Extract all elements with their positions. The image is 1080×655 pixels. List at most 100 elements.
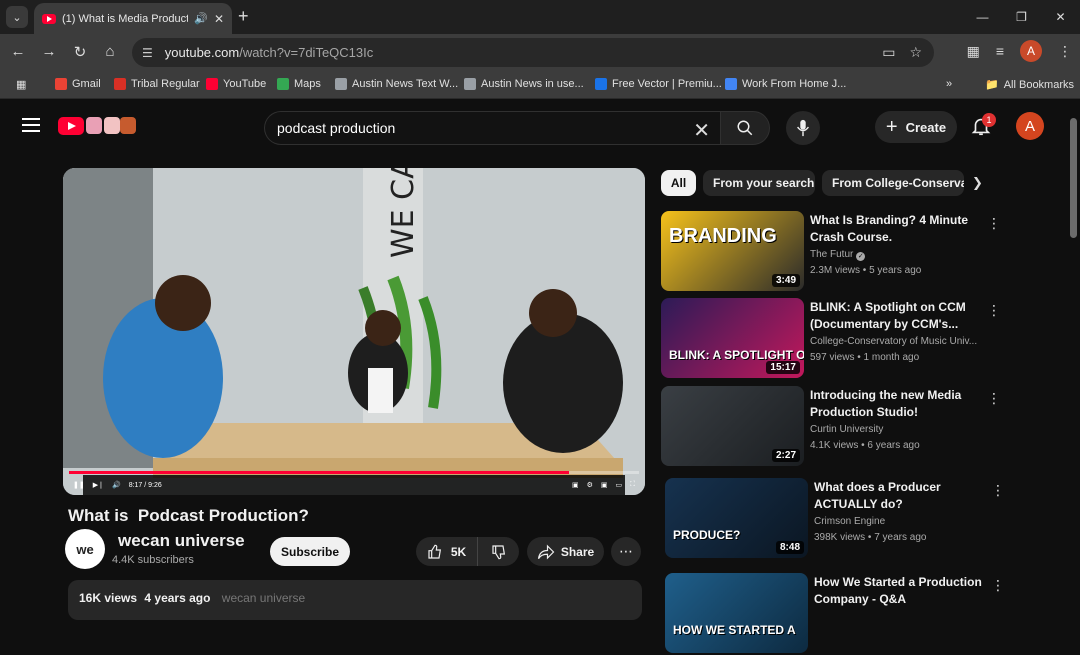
subtitles-icon[interactable]: ▣ xyxy=(572,481,579,489)
pause-icon[interactable]: ❚❚ xyxy=(73,481,85,489)
bookmark-free-vector[interactable]: Free Vector | Premiu... xyxy=(595,78,722,90)
recommendation-item[interactable]: HOW WE STARTED A How We Started a Product… xyxy=(665,573,1005,655)
reload-icon[interactable]: ↻ xyxy=(70,43,90,61)
forward-arrow-icon[interactable]: → xyxy=(39,43,59,60)
clear-search-icon[interactable]: ✕ xyxy=(693,118,710,143)
recommendation-title[interactable]: BLINK: A Spotlight on CCM (Documentary b… xyxy=(810,299,982,333)
window-close-icon[interactable]: ✕ xyxy=(1041,0,1080,34)
like-dislike-group: 5K xyxy=(416,537,519,566)
youtube-account-avatar[interactable]: A xyxy=(1016,112,1044,140)
speaker-icon[interactable]: 🔊 xyxy=(194,12,208,25)
address-bar[interactable]: ☰ youtube.com/watch?v=7diTeQC13Ic ▭ ☆ xyxy=(132,38,934,67)
channel-avatar[interactable]: we xyxy=(65,529,105,569)
bookmarks-bar: ▦ Gmail Tribal Regular YouTube Maps Aust… xyxy=(0,71,1080,99)
description-box[interactable]: 16K views 4 years ago wecan universe xyxy=(68,580,642,620)
recommendation-menu-icon[interactable]: ⋮ xyxy=(987,390,1001,407)
recommendation-item[interactable]: BRANDING 3:49 What Is Branding? 4 Minute C… xyxy=(661,211,1001,293)
recommendation-item[interactable]: 2:27 Introducing the new Media Production… xyxy=(661,386,1001,468)
share-button[interactable]: Share xyxy=(527,537,604,566)
recommendation-item[interactable]: PRODUCE? 8:48 What does a Producer ACTUALL… xyxy=(665,478,1005,560)
recommendation-channel[interactable]: The Futur ✓ xyxy=(810,249,986,261)
media-controls-icon[interactable]: ≡ xyxy=(996,43,1004,59)
recommendation-title[interactable]: What does a Producer ACTUALLY do? xyxy=(814,479,986,513)
theater-mode-icon[interactable]: ▭ xyxy=(615,481,622,489)
apps-grid-icon[interactable]: ▦ xyxy=(16,78,26,91)
cast-icon[interactable]: ▭ xyxy=(882,44,895,61)
like-button[interactable]: 5K xyxy=(416,537,478,566)
search-input[interactable]: podcast production ✕ xyxy=(264,111,720,145)
page-scrollbar[interactable] xyxy=(1070,118,1077,238)
bookmark-austin-news-in-use[interactable]: Austin News in use... xyxy=(464,78,584,90)
search-icon xyxy=(737,120,753,136)
all-bookmarks-folder[interactable]: 📁 All Bookmarks xyxy=(985,78,1074,92)
tab-close-icon[interactable]: ✕ xyxy=(214,12,224,26)
bookmarks-overflow-icon[interactable]: » xyxy=(946,78,952,90)
minimize-icon[interactable]: — xyxy=(963,0,1002,34)
bookmark-youtube[interactable]: YouTube xyxy=(206,78,266,90)
recommendation-menu-icon[interactable]: ⋮ xyxy=(991,482,1005,499)
channel-name[interactable]: wecan universe xyxy=(118,531,245,551)
voice-search-button[interactable] xyxy=(786,111,820,145)
recommendation-menu-icon[interactable]: ⋮ xyxy=(987,215,1001,232)
fullscreen-icon[interactable]: ⛶ xyxy=(630,481,635,489)
browser-profile-avatar[interactable]: A xyxy=(1020,40,1042,62)
bookmark-gmail[interactable]: Gmail xyxy=(55,78,101,90)
recommendation-channel-name: Crimson Engine xyxy=(814,516,886,527)
youtube-favicon-icon xyxy=(42,13,56,24)
bookmark-work-from-home[interactable]: Work From Home J... xyxy=(725,78,846,90)
bookmark-tribal-regular[interactable]: Tribal Regular xyxy=(114,78,200,90)
hamburger-menu-icon[interactable] xyxy=(22,118,40,132)
recommendation-title[interactable]: Introducing the new Media Production Stu… xyxy=(810,387,982,421)
recommendation-channel[interactable]: College-Conservatory of Music Univ... xyxy=(810,336,986,347)
miniplayer-icon[interactable]: ▣ xyxy=(601,481,608,489)
browser-menu-icon[interactable]: ⋮ xyxy=(1058,43,1072,60)
chips-next-chevron-icon[interactable]: ❯ xyxy=(972,175,983,191)
view-count: 16K views xyxy=(79,591,138,605)
extensions-puzzle-icon[interactable]: ▦ xyxy=(967,43,980,60)
grid-favicon-icon xyxy=(335,78,347,90)
dislike-button[interactable] xyxy=(478,544,519,560)
home-icon[interactable]: ⌂ xyxy=(100,43,120,60)
new-tab-plus-icon[interactable]: + xyxy=(238,6,249,27)
bookmark-austin-news-text[interactable]: Austin News Text W... xyxy=(335,78,458,90)
chip-all[interactable]: All xyxy=(661,170,696,196)
recommendation-title[interactable]: What Is Branding? 4 Minute Crash Course. xyxy=(810,212,982,246)
video-player[interactable]: WE CAN ❚❚ ▶❘ 🔊 8:17 / 9:26 ▣ ⚙ ▣ ▭ ⛶ xyxy=(63,168,645,495)
youtube-logo[interactable] xyxy=(58,117,84,135)
recommendation-channel[interactable]: Curtin University xyxy=(810,424,986,435)
create-button[interactable]: + Create xyxy=(875,111,957,143)
tab-search-chevron-icon[interactable]: ⌄ xyxy=(6,6,28,28)
volume-icon[interactable]: 🔊 xyxy=(112,481,121,489)
bookmark-maps[interactable]: Maps xyxy=(277,78,321,90)
back-arrow-icon[interactable]: ← xyxy=(8,43,28,60)
progress-bar[interactable] xyxy=(69,471,639,474)
chip-from-your-search[interactable]: From your search xyxy=(703,170,815,196)
subscribe-button[interactable]: Subscribe xyxy=(270,537,350,566)
next-icon[interactable]: ▶❘ xyxy=(93,481,104,489)
recommendation-thumbnail[interactable]: HOW WE STARTED A xyxy=(665,573,808,653)
recommendation-menu-icon[interactable]: ⋮ xyxy=(991,577,1005,594)
recommendation-channel[interactable]: Crimson Engine xyxy=(814,516,990,527)
settings-gear-icon[interactable]: ⚙ xyxy=(587,481,593,489)
recommendation-thumbnail[interactable]: PRODUCE? 8:48 xyxy=(665,478,808,558)
video-duration: 3:49 xyxy=(771,274,800,287)
recommendation-item[interactable]: BLINK: A SPOTLIGHT ON CCM15:17BLINK: A S… xyxy=(661,298,1001,380)
plus-icon: + xyxy=(885,115,898,138)
bookmark-star-icon[interactable]: ☆ xyxy=(909,44,922,61)
share-arrow-icon xyxy=(537,544,555,559)
chip-from-college-conservatory[interactable]: From College-Conservatory xyxy=(822,170,964,196)
recommendation-thumbnail[interactable]: BLINK: A SPOTLIGHT ON CCM15:17 xyxy=(661,298,804,378)
recommendation-thumbnail[interactable]: 2:27 xyxy=(661,386,804,466)
recommendation-meta: 597 views • 1 month ago xyxy=(810,352,920,363)
restore-icon[interactable]: ❐ xyxy=(1002,0,1041,34)
browser-tab-active[interactable]: (1) What is Media Productio 🔊 ✕ xyxy=(34,3,232,34)
freepik-favicon-icon xyxy=(595,78,607,90)
video-title: What is Podcast Production? xyxy=(68,506,309,525)
site-info-icon[interactable]: ☰ xyxy=(142,46,153,60)
recommendation-title[interactable]: How We Started a Production Company - Q&… xyxy=(814,574,986,608)
more-actions-icon[interactable]: ⋯ xyxy=(611,537,641,566)
recommendation-menu-icon[interactable]: ⋮ xyxy=(987,302,1001,319)
recommendation-thumbnail[interactable]: BRANDING 3:49 xyxy=(661,211,804,291)
tribal-icon xyxy=(114,78,126,90)
search-button[interactable] xyxy=(720,111,770,145)
